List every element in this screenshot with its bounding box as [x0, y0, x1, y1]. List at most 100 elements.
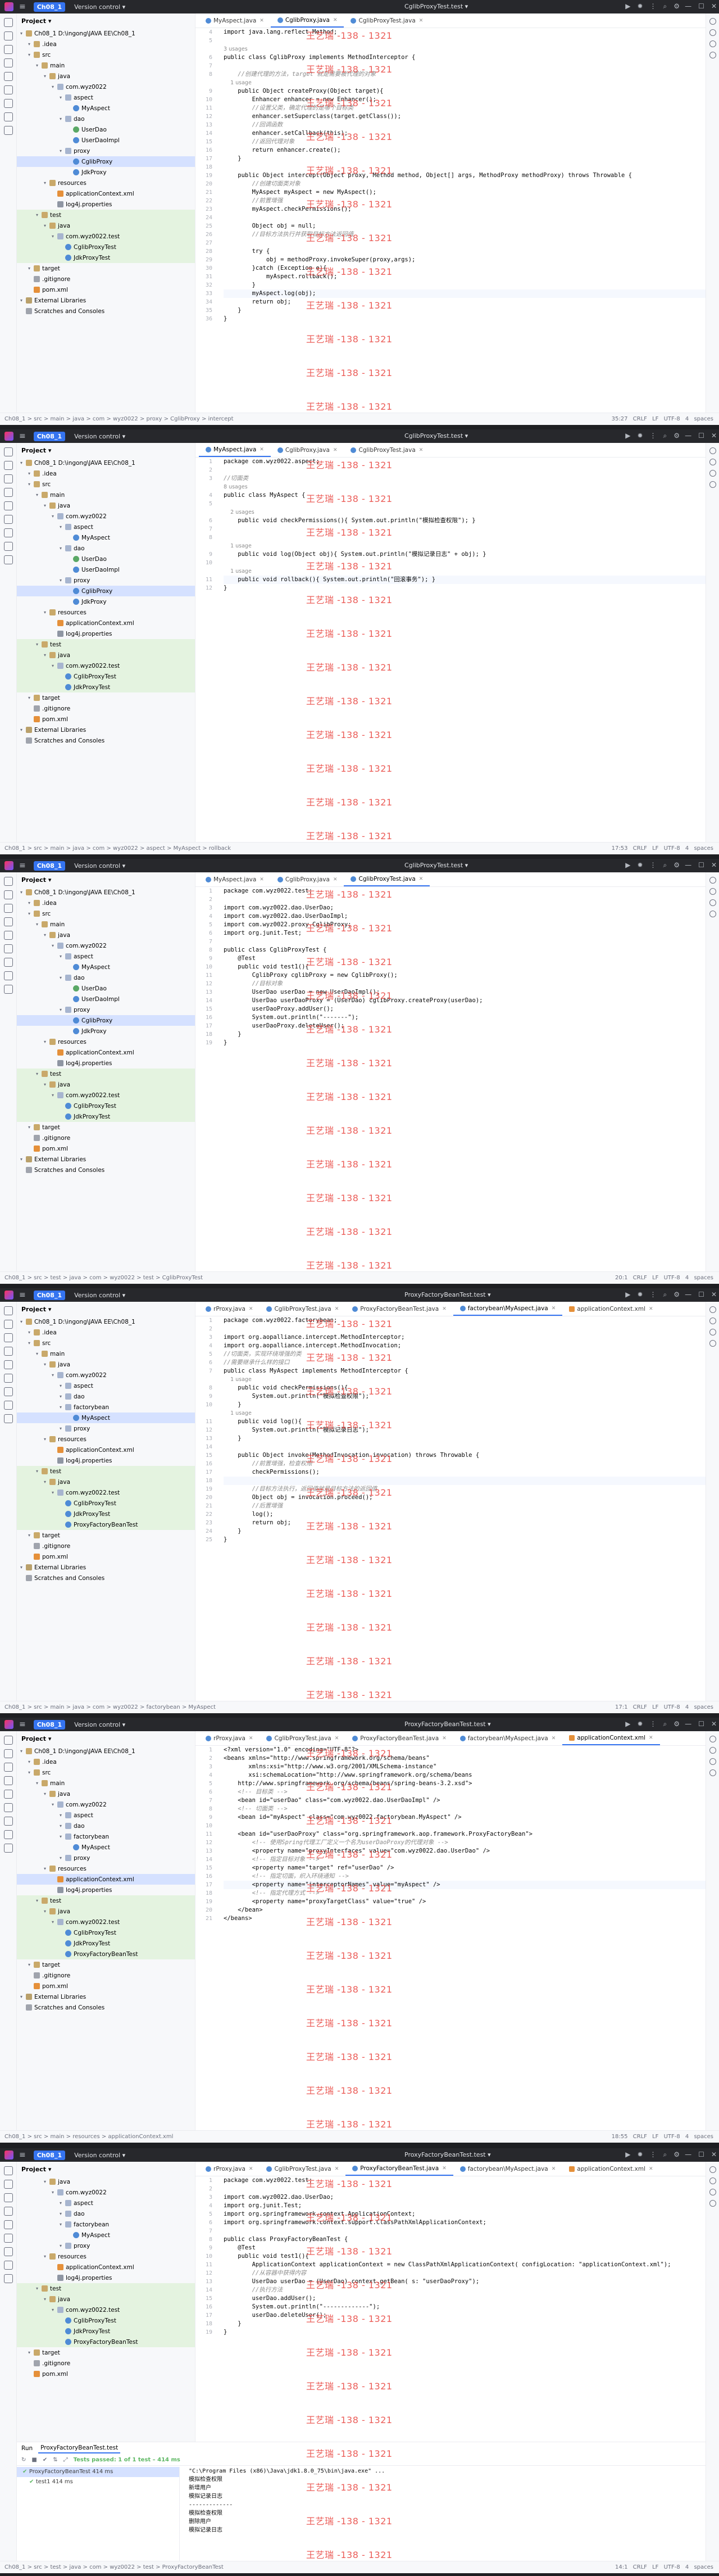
bookmarks-icon[interactable]	[3, 1360, 13, 1369]
database-icon[interactable]	[709, 40, 716, 47]
maximize-icon[interactable]: ☐	[698, 432, 704, 440]
editor-tab[interactable]: CglibProxyTest.java ✕	[344, 873, 430, 886]
close-tab-icon[interactable]: ✕	[552, 1732, 556, 1745]
tree-item[interactable]: applicationContext.xml	[17, 1445, 195, 1455]
hamburger-menu-icon[interactable]: ≡	[19, 2151, 26, 2160]
tree-item[interactable]: ▾ factorybean	[17, 2219, 195, 2230]
chevron-icon[interactable]: ▾	[60, 524, 65, 529]
tree-item[interactable]: JdkProxyTest	[17, 2326, 195, 2337]
status-breadcrumbs[interactable]: Ch08_1 > src > test > java > com > wyz00…	[4, 1275, 615, 1281]
chevron-icon[interactable]: ▾	[44, 1866, 49, 1871]
chevron-icon[interactable]: ▾	[60, 1823, 65, 1828]
tree-item[interactable]: JdkProxyTest	[17, 1509, 195, 1519]
minimize-icon[interactable]: —	[685, 1720, 691, 1728]
run-config-tab[interactable]: ProxyFactoryBeanTest.test	[38, 2443, 121, 2453]
tree-item[interactable]: ▾ java	[17, 71, 195, 82]
tree-item[interactable]: ▾ main	[17, 1778, 195, 1789]
close-tab-icon[interactable]: ✕	[260, 443, 264, 456]
chevron-icon[interactable]: ▾	[60, 1394, 65, 1399]
project-switcher[interactable]: Ch08_1	[33, 1719, 66, 1730]
chevron-icon[interactable]: ▾	[44, 2297, 49, 2302]
tree-item[interactable]: UserDao	[17, 554, 195, 564]
tree-item[interactable]: JdkProxyTest	[17, 1111, 195, 1122]
chevron-icon[interactable]: ▾	[44, 2254, 49, 2259]
version-control-menu[interactable]: Version control ▾	[74, 2152, 125, 2159]
status-breadcrumbs[interactable]: Ch08_1 > src > main > resources > applic…	[4, 2134, 612, 2140]
close-tab-icon[interactable]: ✕	[552, 2162, 556, 2176]
tree-item[interactable]: ▾ dao	[17, 2208, 195, 2219]
bookmarks-icon[interactable]	[3, 72, 13, 81]
editor-tab[interactable]: CglibProxyTest.java ✕	[260, 1302, 345, 1316]
tree-item[interactable]: ▾ Ch08_1 D:\ingong\JAVA EE\Ch08_1	[17, 28, 195, 39]
tree-item[interactable]: MyAspect	[17, 532, 195, 543]
more-icon[interactable]: ⋮	[650, 1720, 657, 1728]
tree-item[interactable]: ▾ com.wyz0022	[17, 940, 195, 951]
chevron-icon[interactable]: ▾	[28, 482, 34, 487]
more-tools-icon[interactable]	[3, 58, 13, 67]
tree-item[interactable]: MyAspect	[17, 1413, 195, 1423]
tree-item[interactable]: ▾ dao	[17, 1391, 195, 1402]
chevron-icon[interactable]: ▾	[28, 1770, 34, 1775]
chevron-icon[interactable]: ▾	[20, 727, 26, 732]
run-configuration-selector[interactable]: ProxyFactoryBeanTest.test ▾	[404, 2151, 491, 2158]
terminal-icon[interactable]	[3, 1817, 13, 1826]
tree-item[interactable]: ▾ java	[17, 2294, 195, 2305]
tree-item[interactable]: ▾ src	[17, 49, 195, 60]
project-tool-icon[interactable]	[3, 877, 13, 886]
tree-item[interactable]: ▾ java	[17, 1079, 195, 1090]
ai-assistant-icon[interactable]	[709, 481, 716, 488]
search-icon[interactable]: ⌕	[663, 1720, 667, 1728]
editor-tab[interactable]: applicationContext.xml ✕	[562, 1302, 659, 1316]
editor-tab[interactable]: applicationContext.xml ✕	[562, 2162, 659, 2176]
code-view[interactable]: 1 2 3 4 5 6 7 8 9 10 11 12 13 14 15 16 17 18 19 20 21 <?xml v…	[195, 1746, 706, 2130]
git-icon[interactable]	[3, 126, 13, 135]
close-tab-icon[interactable]: ✕	[249, 1732, 253, 1745]
chevron-icon[interactable]: ▾	[52, 943, 57, 948]
tree-item[interactable]: ▾ proxy	[17, 575, 195, 586]
tree-item[interactable]: ▾ Ch08_1 D:\ingong\JAVA EE\Ch08_1	[17, 1316, 195, 1327]
run-configuration-selector[interactable]: CglibProxyTest.test ▾	[404, 862, 468, 869]
search-icon[interactable]: ⌕	[663, 2, 667, 11]
maximize-icon[interactable]: ☐	[698, 1291, 704, 1298]
tree-item[interactable]: log4j.properties	[17, 1058, 195, 1069]
git-icon[interactable]	[3, 555, 13, 564]
test-result-item[interactable]: ✔ test1 414 ms	[17, 2477, 179, 2487]
tree-item[interactable]: ▾ main	[17, 60, 195, 71]
tree-item[interactable]: ▾ src	[17, 1338, 195, 1348]
tree-item[interactable]: UserDaoImpl	[17, 994, 195, 1004]
tree-item[interactable]: CglibProxyTest	[17, 1101, 195, 1111]
chevron-icon[interactable]: ▾	[28, 42, 34, 47]
tree-item[interactable]: CglibProxy	[17, 156, 195, 167]
tree-item[interactable]: ProxyFactoryBeanTest	[17, 2337, 195, 2347]
project-tool-icon[interactable]	[3, 1306, 13, 1315]
chevron-icon[interactable]: ▾	[36, 1781, 42, 1786]
bookmarks-icon[interactable]	[3, 501, 13, 510]
rerun-icon[interactable]: ↻	[21, 2457, 26, 2463]
chevron-icon[interactable]: ▾	[44, 610, 49, 615]
tree-item[interactable]: ▾ dao	[17, 972, 195, 983]
settings-icon[interactable]: ⚙	[674, 1720, 680, 1728]
run-configuration-selector[interactable]: CglibProxyTest.test ▾	[404, 3, 468, 10]
close-tab-icon[interactable]: ✕	[419, 443, 424, 457]
tree-item[interactable]: applicationContext.xml	[17, 2262, 195, 2272]
project-switcher[interactable]: Ch08_1	[33, 431, 66, 441]
chevron-icon[interactable]: ▾	[60, 1855, 65, 1860]
bookmarks-icon[interactable]	[3, 1790, 13, 1799]
git-icon[interactable]	[3, 985, 13, 994]
tree-item[interactable]: ▾ test	[17, 2283, 195, 2294]
close-icon[interactable]: ✕	[711, 2, 717, 10]
tree-item[interactable]: pom.xml	[17, 2369, 195, 2379]
tree-item[interactable]: applicationContext.xml	[17, 188, 195, 199]
chevron-icon[interactable]: ▾	[20, 1749, 26, 1754]
tree-item[interactable]: ▾ java	[17, 1906, 195, 1917]
close-tab-icon[interactable]: ✕	[249, 2162, 253, 2176]
chevron-icon[interactable]: ▾	[28, 1330, 34, 1335]
notifications-icon[interactable]	[709, 1306, 716, 1313]
run-configuration-selector[interactable]: ProxyFactoryBeanTest.test ▾	[404, 1291, 491, 1298]
maven-icon[interactable]	[709, 2177, 716, 2184]
more-icon[interactable]: ⋮	[650, 2, 657, 11]
tree-item[interactable]: ▾ Ch08_1 D:\ingong\JAVA EE\Ch08_1	[17, 887, 195, 898]
commit-icon[interactable]	[3, 1320, 13, 1329]
run-tool-icon[interactable]	[3, 85, 13, 94]
commit-icon[interactable]	[3, 2180, 13, 2189]
